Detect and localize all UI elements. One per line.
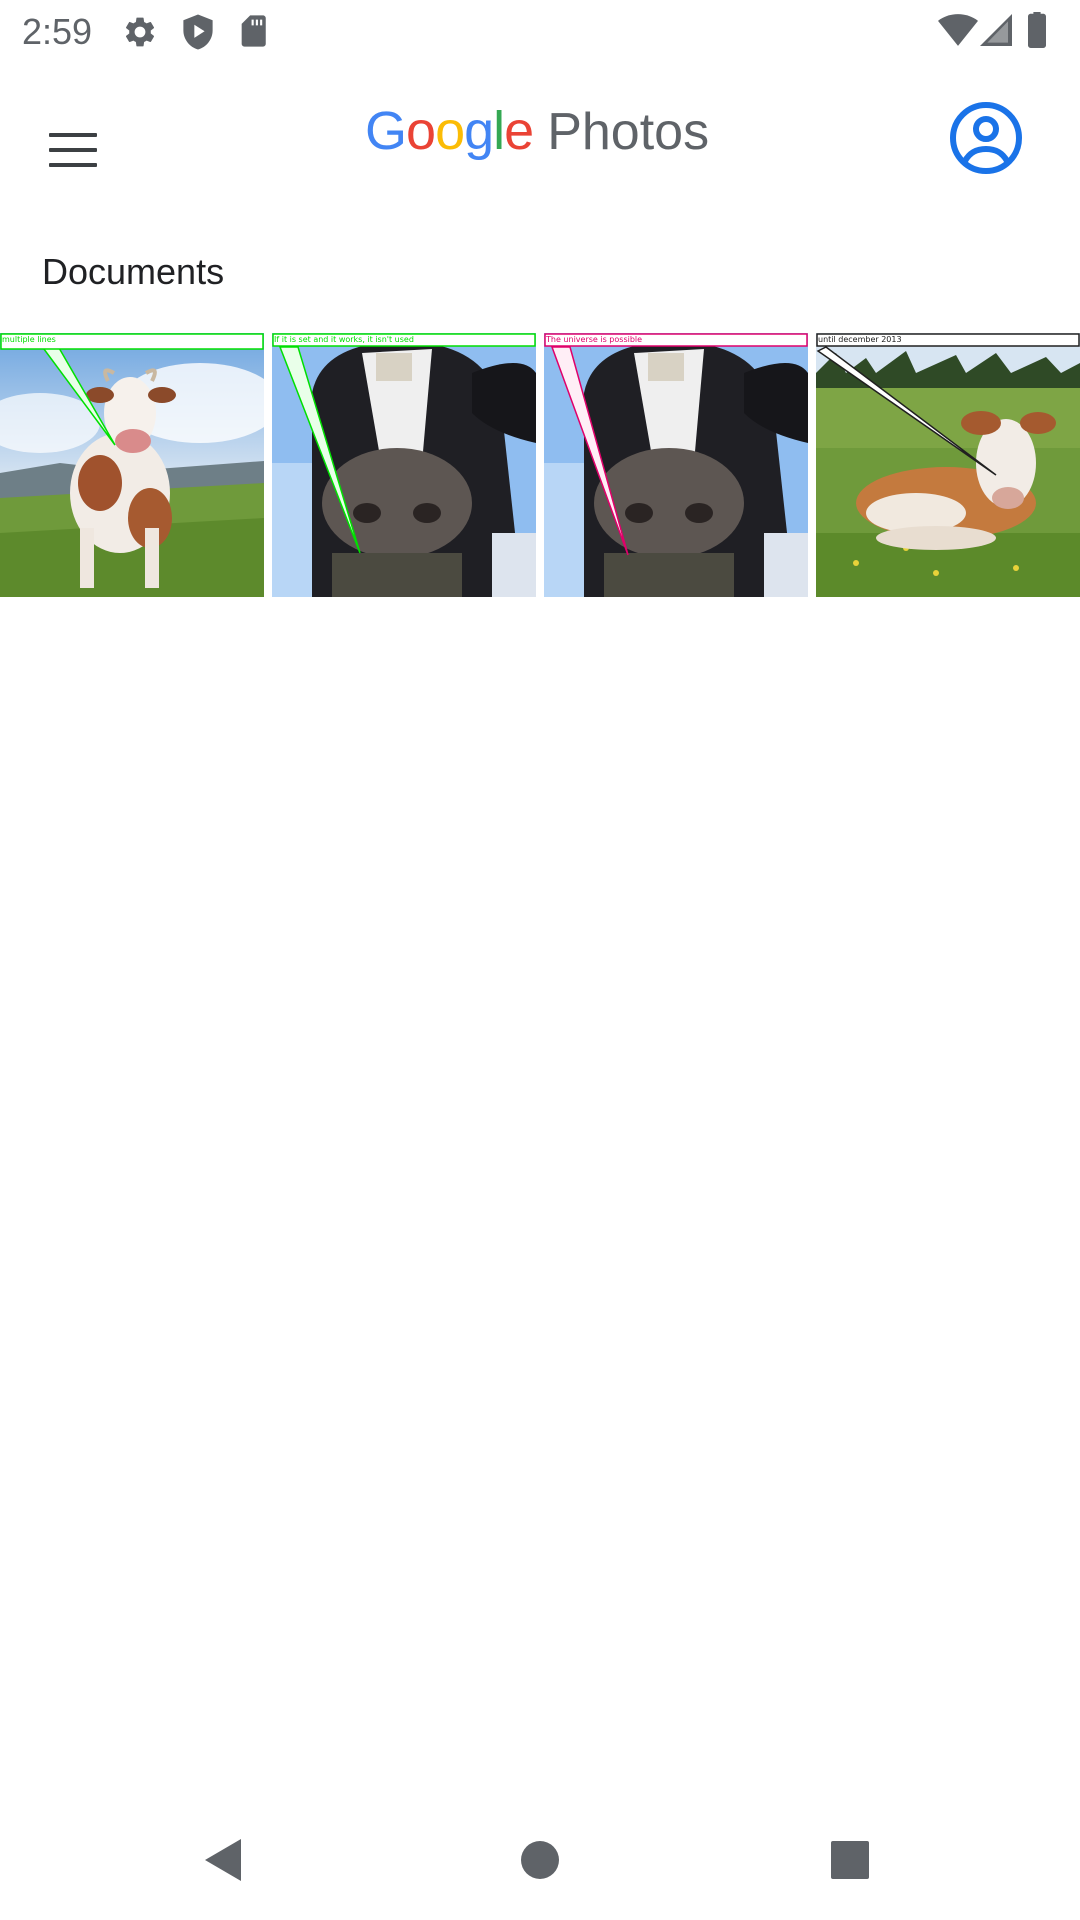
system-nav-bar (0, 1800, 1080, 1920)
account-button[interactable] (946, 98, 1026, 178)
sd-card-icon (238, 14, 268, 48)
battery-icon (1026, 12, 1048, 48)
menu-button[interactable] (30, 107, 116, 193)
recents-icon (831, 1841, 869, 1879)
photo-thumbnail[interactable]: If it is set and it works, it isn't used (272, 333, 536, 597)
home-icon (521, 1841, 559, 1879)
logo-letter: G (365, 101, 407, 161)
photo-caption: until december 2013 (818, 335, 902, 344)
photo-thumbnail[interactable]: The universe is possible (544, 333, 808, 597)
account-circle-icon (950, 102, 1022, 174)
cell-signal-icon (980, 14, 1012, 46)
cow-lying-photo-image (816, 333, 1080, 597)
logo-letter: e (504, 101, 534, 161)
settings-icon (122, 14, 158, 50)
photo-thumbnail[interactable]: multiple lines (0, 333, 264, 597)
photo-caption: The universe is possible (546, 335, 643, 344)
cow-face-photo-image (544, 333, 808, 597)
google-photos-logo: Google Photos (365, 100, 709, 180)
cow-photo-image (0, 333, 264, 597)
shield-icon (180, 13, 216, 51)
photo-caption: If it is set and it works, it isn't used (274, 335, 414, 344)
recents-button[interactable] (790, 1800, 910, 1920)
back-icon (205, 1839, 241, 1881)
section-title: Documents (42, 251, 225, 292)
logo-letter: l (493, 101, 505, 161)
back-button[interactable] (164, 1800, 284, 1920)
logo-letter: o (406, 101, 436, 161)
photo-caption: multiple lines (2, 335, 56, 344)
photos-screen: 2:59 Google Photos Documents multiple li… (0, 0, 1080, 1920)
status-time: 2:59 (22, 11, 93, 52)
wifi-icon (938, 14, 978, 46)
cow-face-photo-image (272, 333, 536, 597)
logo-photos-word: Photos (547, 103, 710, 161)
photo-thumbnail[interactable]: until december 2013 (816, 333, 1080, 597)
logo-letter: o (435, 101, 465, 161)
app-bar: Google Photos (0, 63, 1080, 208)
home-button[interactable] (480, 1800, 600, 1920)
logo-letter: g (464, 101, 494, 161)
photo-grid: multiple lines If it is set and it works… (0, 333, 1080, 597)
status-bar: 2:59 (0, 0, 1080, 63)
hamburger-menu-icon (49, 133, 97, 167)
logo-google-wordmark: Google (365, 100, 534, 162)
